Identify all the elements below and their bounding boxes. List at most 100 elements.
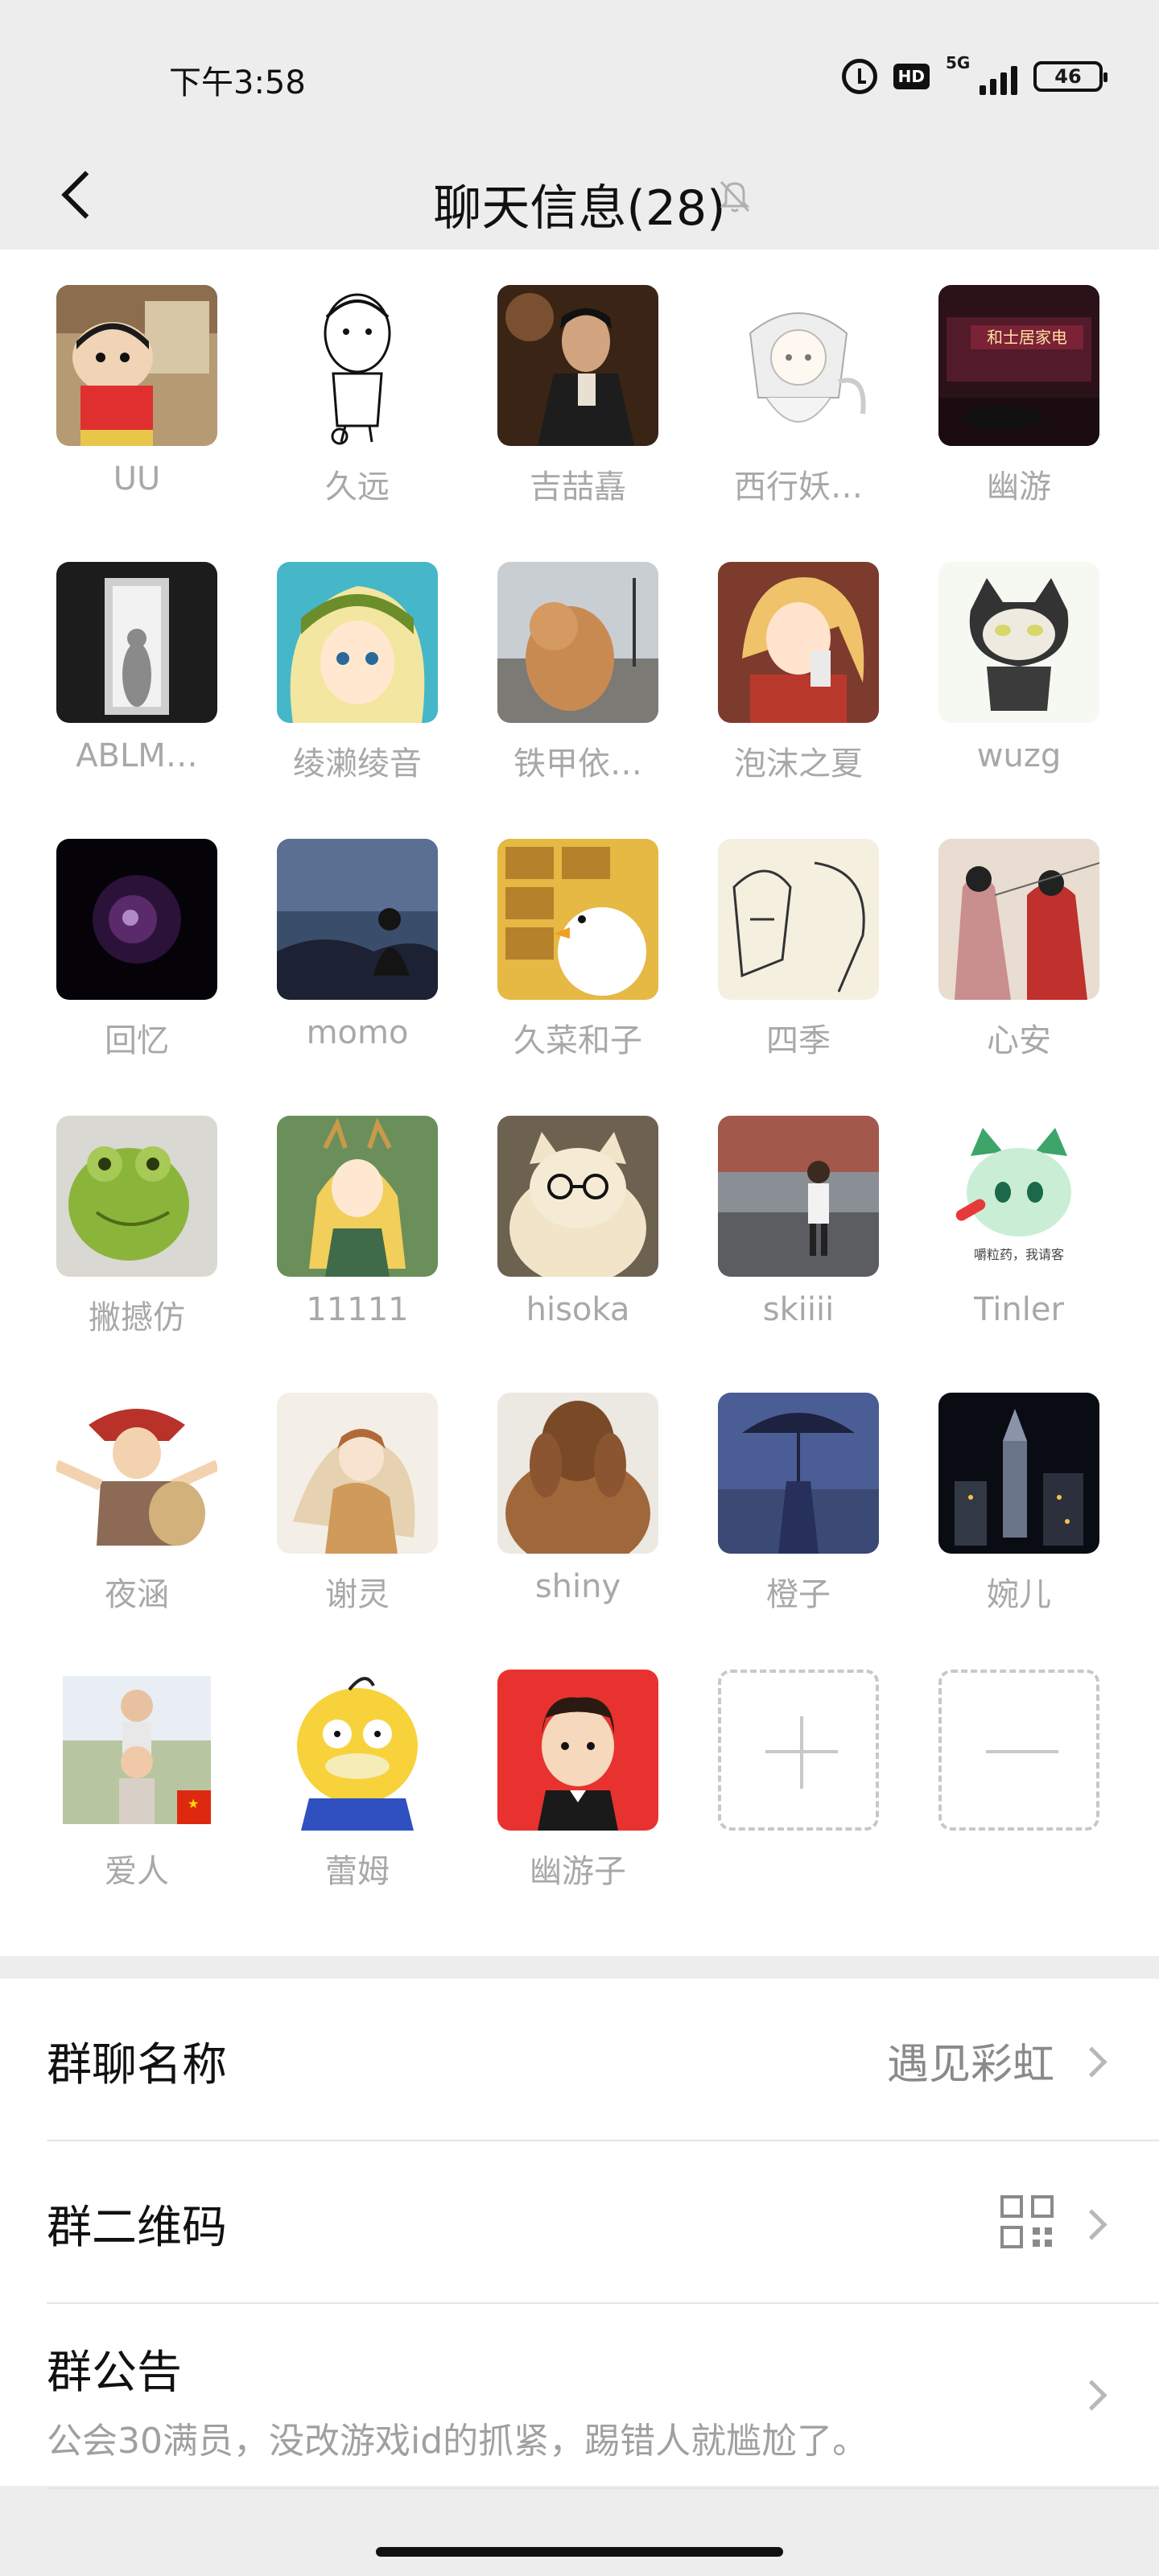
divider: [47, 2487, 1159, 2489]
avatar: [56, 285, 217, 446]
battery-level: 46: [1054, 65, 1082, 88]
member-item[interactable]: 橙子: [718, 1393, 879, 1634]
member-name: momo: [306, 1014, 409, 1051]
member-item[interactable]: 四季: [718, 839, 879, 1080]
avatar: [56, 839, 217, 1000]
minus-icon: [986, 1750, 1058, 1753]
avatar: [718, 562, 879, 723]
member-name: 谢灵: [325, 1576, 390, 1613]
nav-header: 聊天信息(28): [0, 145, 1159, 250]
member-item[interactable]: 和士居家电 幽游: [938, 285, 1099, 526]
member-item[interactable]: 泡沫之夏: [718, 562, 879, 803]
member-item[interactable]: skiiii: [718, 1116, 879, 1357]
member-item[interactable]: 蕾姆: [277, 1670, 438, 1911]
member-name: ABLM…: [76, 737, 198, 774]
avatar: [938, 562, 1099, 723]
member-name: 橙子: [766, 1576, 831, 1613]
status-bar: 下午3:58 HD 5G 46: [0, 0, 1159, 145]
signal-icon: 5G: [946, 53, 1017, 95]
member-item[interactable]: ABLM…: [56, 562, 217, 803]
add-member-box: [718, 1670, 879, 1831]
qr-code-icon: [1000, 2195, 1054, 2248]
avatar: [718, 285, 879, 446]
member-name: 婉儿: [987, 1576, 1051, 1613]
member-item[interactable]: 心安: [938, 839, 1099, 1080]
member-item[interactable]: 吉喆嚞: [497, 285, 658, 526]
avatar: [277, 839, 438, 1000]
member-item[interactable]: 久远: [277, 285, 438, 526]
hd-badge: HD: [893, 64, 930, 89]
avatar: 和士居家电: [938, 285, 1099, 446]
avatar: [277, 1670, 438, 1831]
member-item[interactable]: hisoka: [497, 1116, 658, 1357]
avatar: 嚼粒药，我请客: [938, 1116, 1099, 1277]
member-item[interactable]: 绫濑绫音: [277, 562, 438, 803]
member-name: 夜涵: [105, 1576, 169, 1613]
avatar: [277, 285, 438, 446]
avatar: [938, 839, 1099, 1000]
avatar: [497, 562, 658, 723]
avatar: [497, 1670, 658, 1831]
member-item[interactable]: 嚼粒药，我请客 Tinler: [938, 1116, 1099, 1357]
avatar: [56, 1393, 217, 1554]
member-name: 幽游: [987, 469, 1051, 506]
member-name: 铁甲依…: [514, 745, 642, 782]
member-item[interactable]: momo: [277, 839, 438, 1080]
member-grid: UU 久远 吉喆嚞 西行妖… 和士居家电 幽游 ABLM… 绫濑绫音 铁甲依… …: [0, 250, 1159, 1956]
avatar: [718, 1116, 879, 1277]
member-name: UU: [113, 460, 161, 497]
add-member-button[interactable]: [718, 1670, 879, 1911]
member-name: Tinler: [974, 1291, 1064, 1328]
status-icons: HD 5G 46: [841, 53, 1107, 95]
member-item[interactable]: 11111: [277, 1116, 438, 1357]
group-notice-label: 群公告: [47, 2347, 182, 2399]
member-item[interactable]: shiny: [497, 1393, 658, 1634]
member-item[interactable]: wuzg: [938, 562, 1099, 803]
member-item[interactable]: ★ 爱人: [56, 1670, 217, 1911]
member-item[interactable]: 回忆: [56, 839, 217, 1080]
alarm-icon: [841, 59, 877, 94]
member-item[interactable]: UU: [56, 285, 217, 526]
member-name: 吉喆嚞: [530, 469, 626, 506]
member-item[interactable]: 夜涵: [56, 1393, 217, 1634]
remove-member-box: [938, 1670, 1099, 1831]
member-name: skiiii: [762, 1291, 835, 1328]
page-title: 聊天信息(28): [433, 180, 726, 237]
member-item[interactable]: 幽游子: [497, 1670, 658, 1911]
member-item[interactable]: 久菜和子: [497, 839, 658, 1080]
member-item[interactable]: 铁甲依…: [497, 562, 658, 803]
chevron-right-icon: [1076, 2046, 1107, 2078]
home-indicator[interactable]: [376, 2547, 783, 2557]
avatar: [277, 1393, 438, 1554]
status-time: 下午3:58: [169, 64, 306, 101]
member-item[interactable]: 婉儿: [938, 1393, 1099, 1634]
avatar: [277, 562, 438, 723]
avatar-caption-text: 嚼粒药，我请客: [974, 1247, 1064, 1262]
group-qr-row[interactable]: 群二维码: [0, 2141, 1159, 2302]
member-name: 心安: [987, 1022, 1051, 1059]
member-name: 绫濑绫音: [293, 745, 422, 782]
member-item[interactable]: 谢灵: [277, 1393, 438, 1634]
group-name-row[interactable]: 群聊名称 遇见彩虹: [0, 1979, 1159, 2140]
member-name: wuzg: [976, 737, 1062, 774]
avatar: [56, 1116, 217, 1277]
shop-sign-text: 和士居家电: [987, 328, 1067, 347]
avatar: [718, 839, 879, 1000]
chevron-right-icon: [1076, 2209, 1107, 2240]
member-item[interactable]: 西行妖…: [718, 285, 879, 526]
avatar: [497, 1116, 658, 1277]
group-name-value: 遇见彩虹: [886, 2041, 1054, 2089]
group-qr-label: 群二维码: [47, 2202, 227, 2254]
avatar: [938, 1393, 1099, 1554]
avatar: ★: [56, 1670, 217, 1831]
member-name: 11111: [306, 1291, 409, 1328]
remove-member-button[interactable]: [938, 1670, 1099, 1911]
member-name: 久远: [325, 469, 390, 506]
member-item[interactable]: 撇撼仿: [56, 1116, 217, 1357]
member-name: 幽游子: [530, 1853, 626, 1890]
chevron-right-icon: [1076, 2380, 1107, 2411]
avatar: [718, 1393, 879, 1554]
svg-text:★: ★: [188, 1796, 199, 1811]
avatar: [497, 839, 658, 1000]
avatar: [497, 285, 658, 446]
